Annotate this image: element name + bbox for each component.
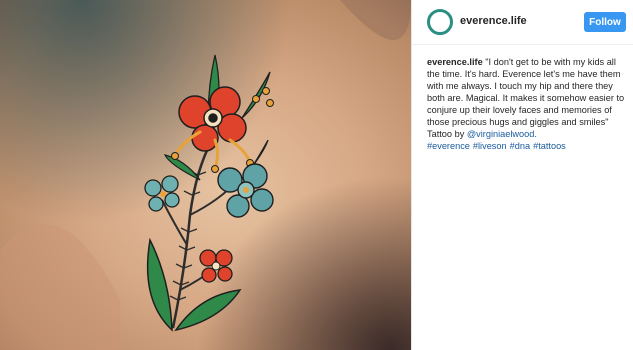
hashtag-list: #everence #liveson #dna #tattoos: [427, 141, 569, 151]
profile-avatar-icon[interactable]: [427, 9, 453, 35]
post-photo[interactable]: [0, 0, 411, 350]
post-sidebar: everence.life Follow everence.life "I do…: [411, 0, 633, 350]
flower-tattoo-image: [0, 0, 411, 350]
username-link[interactable]: everence.life: [460, 15, 527, 27]
credit-user-link[interactable]: @virginiaelwood.: [467, 129, 537, 139]
hashtag-link[interactable]: #dna: [510, 141, 530, 151]
post-caption: everence.life "I don't get to be with my…: [427, 56, 627, 152]
hashtag-link[interactable]: #tattoos: [533, 141, 566, 151]
follow-button[interactable]: Follow: [584, 12, 626, 32]
credit-prefix: Tattoo by: [427, 129, 467, 139]
hashtag-link[interactable]: #everence: [427, 141, 470, 151]
hashtag-link[interactable]: #liveson: [473, 141, 507, 151]
post-header: everence.life Follow: [412, 0, 633, 45]
caption-username[interactable]: everence.life: [427, 57, 483, 67]
caption-text: "I don't get to be with my kids all the …: [427, 57, 625, 127]
